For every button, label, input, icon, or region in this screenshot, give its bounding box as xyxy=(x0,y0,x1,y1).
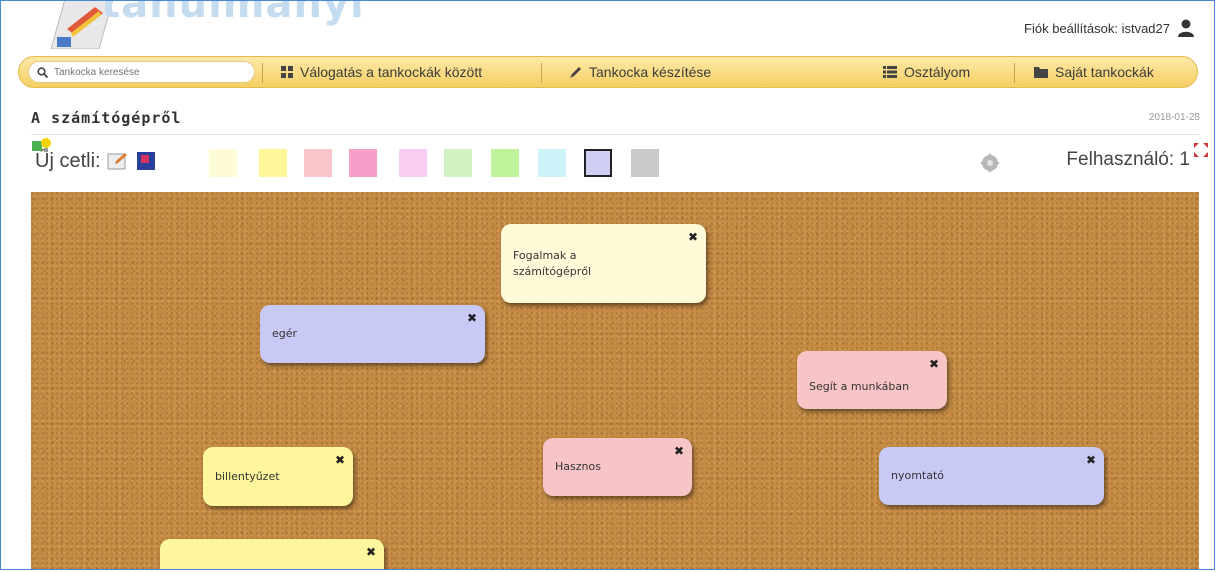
sticky-note[interactable]: ✖ Hasznos xyxy=(543,438,692,496)
main-navbar: Válogatás a tankockák között Tankocka ké… xyxy=(18,56,1198,88)
browser-frame: tanulmanyi Fiók beállítások: istvad27 Vá… xyxy=(0,0,1215,570)
search-input[interactable] xyxy=(52,65,236,79)
close-icon[interactable]: ✖ xyxy=(929,357,939,371)
image-note-icon[interactable] xyxy=(136,152,155,170)
account-settings[interactable]: Fiók beállítások: istvad27 xyxy=(1024,19,1194,37)
cork-board[interactable]: ✖ Fogalmak a számítógépről ✖ egér ✖ Segí… xyxy=(31,192,1199,569)
search-icon xyxy=(37,66,48,78)
sticky-note[interactable]: ✖ egér xyxy=(260,305,485,363)
color-swatch[interactable] xyxy=(349,149,377,177)
nav-item-own-label: Saját tankockák xyxy=(1055,64,1154,80)
edit-note-icon[interactable] xyxy=(107,151,129,171)
color-swatch[interactable] xyxy=(444,149,472,177)
close-icon[interactable]: ✖ xyxy=(688,230,698,244)
sticky-note[interactable]: ✖ Fogalmak a számítógépről xyxy=(501,224,706,303)
color-swatch[interactable] xyxy=(399,149,427,177)
sticky-note-text: nyomtató xyxy=(891,469,945,482)
folder-icon xyxy=(1034,67,1048,78)
nav-item-create-label: Tankocka készítése xyxy=(589,64,712,80)
nav-item-class[interactable]: Osztályom xyxy=(883,64,970,80)
search-box[interactable] xyxy=(28,61,255,83)
page-date: 2018-01-28 xyxy=(1148,112,1200,123)
color-swatch[interactable] xyxy=(259,149,287,177)
new-note-toolbar: Új cetli: xyxy=(31,138,155,179)
grid-icon xyxy=(281,66,293,78)
sticky-note[interactable]: ✖ Segít a munkában xyxy=(797,351,947,409)
logo[interactable]: tanulmanyi xyxy=(31,1,391,53)
nav-item-own[interactable]: Saját tankockák xyxy=(1034,64,1154,80)
sticky-note[interactable]: ✖ monitor xyxy=(160,539,384,569)
user-icon[interactable] xyxy=(1178,19,1194,37)
nav-divider xyxy=(541,63,542,83)
color-swatch[interactable] xyxy=(304,149,332,177)
color-swatch[interactable] xyxy=(538,149,566,177)
color-swatch-selected[interactable] xyxy=(584,149,612,177)
nav-divider xyxy=(1014,63,1015,83)
nav-item-browse-label: Válogatás a tankockák között xyxy=(300,64,483,80)
user-count: Felhasználó: 1 xyxy=(1066,149,1190,170)
logo-text: tanulmanyi xyxy=(101,1,365,27)
color-swatch[interactable] xyxy=(631,149,659,177)
page-title: A számítógépről xyxy=(31,109,182,127)
color-swatch[interactable] xyxy=(491,149,519,177)
close-icon[interactable]: ✖ xyxy=(467,311,477,325)
pencil-icon xyxy=(570,66,581,78)
nav-item-class-label: Osztályom xyxy=(904,64,971,80)
color-swatch[interactable] xyxy=(209,149,237,177)
sticky-note-text: Fogalmak a számítógépről xyxy=(513,248,592,278)
settings-gear-icon[interactable] xyxy=(979,152,1001,174)
nav-divider xyxy=(262,63,263,83)
list-icon xyxy=(883,66,897,78)
sticky-note-text: egér xyxy=(272,327,298,340)
account-settings-label[interactable]: Fiók beállítások: istvad27 xyxy=(1024,21,1170,36)
sticky-note-text: Hasznos xyxy=(555,460,601,473)
sticky-note[interactable]: ✖ nyomtató xyxy=(879,447,1104,505)
close-icon[interactable]: ✖ xyxy=(674,444,684,458)
divider xyxy=(31,134,1199,135)
nav-item-browse[interactable]: Válogatás a tankockák között xyxy=(281,64,482,80)
fullscreen-icon[interactable] xyxy=(1194,143,1208,157)
close-icon[interactable]: ✖ xyxy=(366,545,376,559)
close-icon[interactable]: ✖ xyxy=(1086,453,1096,467)
new-note-icon[interactable] xyxy=(31,137,53,163)
nav-item-create[interactable]: Tankocka készítése xyxy=(569,64,711,80)
close-icon[interactable]: ✖ xyxy=(335,453,345,467)
sticky-note-text: Segít a munkában xyxy=(809,380,910,393)
sticky-note-text: billentyűzet xyxy=(215,469,280,483)
sticky-note[interactable]: ✖ billentyűzet xyxy=(203,447,353,506)
